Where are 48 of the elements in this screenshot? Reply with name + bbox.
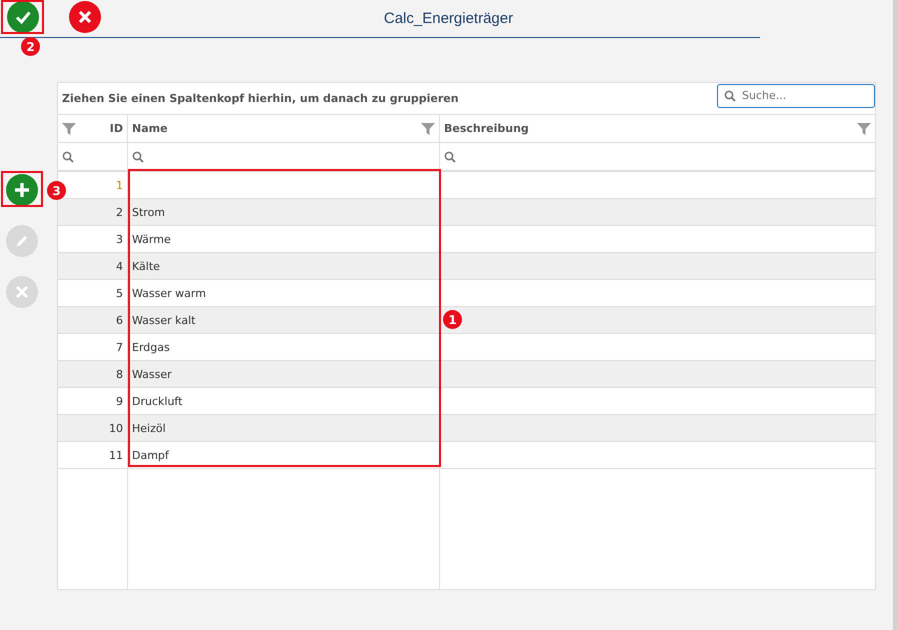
search-icon[interactable]: [132, 150, 144, 162]
confirm-button[interactable]: [7, 1, 39, 33]
id-cell: 11: [109, 448, 123, 462]
plus-icon: [13, 181, 31, 199]
id-cell: 1: [116, 178, 123, 192]
id-cell: 4: [116, 260, 123, 272]
id-cell: 5: [116, 286, 123, 300]
name-cell: Druckluft: [132, 394, 182, 408]
cancel-button[interactable]: [69, 1, 101, 33]
add-button[interactable]: [6, 174, 38, 206]
search-icon: [724, 90, 736, 102]
name-cell: Strom: [132, 206, 166, 218]
id-cell: 2: [116, 206, 123, 218]
id-cell: 8: [116, 368, 123, 380]
filter-icon[interactable]: [857, 122, 871, 136]
window-title: Calc_Energieträger: [382, 10, 514, 27]
filter-icon[interactable]: [62, 122, 76, 136]
column-header[interactable]: Beschreibung: [440, 115, 875, 142]
column-title: Name: [132, 122, 168, 135]
name-cell: Heizöl: [132, 422, 166, 434]
id-cell: 6: [116, 314, 123, 326]
search-icon[interactable]: [62, 150, 74, 162]
column-title: ID: [110, 122, 123, 135]
search-icon[interactable]: [444, 150, 456, 162]
close-icon: [77, 9, 93, 25]
id-cell: 7: [116, 340, 123, 354]
pencil-icon: [14, 233, 30, 249]
column-header[interactable]: Name: [128, 115, 440, 142]
name-cell: Dampf: [132, 448, 169, 462]
id-cell: 3: [116, 232, 123, 246]
highlight-frame: [1, 171, 43, 207]
column-title: Beschreibung: [444, 122, 529, 135]
filter-icon[interactable]: [421, 122, 435, 136]
name-cell: Wasser warm: [132, 286, 206, 300]
highlight-frame: [1, 0, 44, 34]
search-field[interactable]: Suche...: [717, 84, 875, 108]
group-hint: Ziehen Sie einen Spaltenkopf hierhin, um danach zu gruppieren: [62, 92, 459, 105]
name-cell: Wasser: [132, 368, 172, 380]
name-cell: Kälte: [132, 260, 160, 272]
close-icon: [14, 284, 30, 300]
name-cell: Wasser kalt: [132, 314, 196, 326]
column-header[interactable]: ID: [58, 115, 128, 142]
id-cell: 9: [116, 394, 123, 408]
callout-number: 3: [47, 181, 66, 200]
name-cell: Erdgas: [132, 340, 170, 354]
name-cell: Wärme: [132, 232, 171, 246]
callout-number: 2: [21, 37, 40, 56]
id-cell: 10: [109, 422, 123, 434]
